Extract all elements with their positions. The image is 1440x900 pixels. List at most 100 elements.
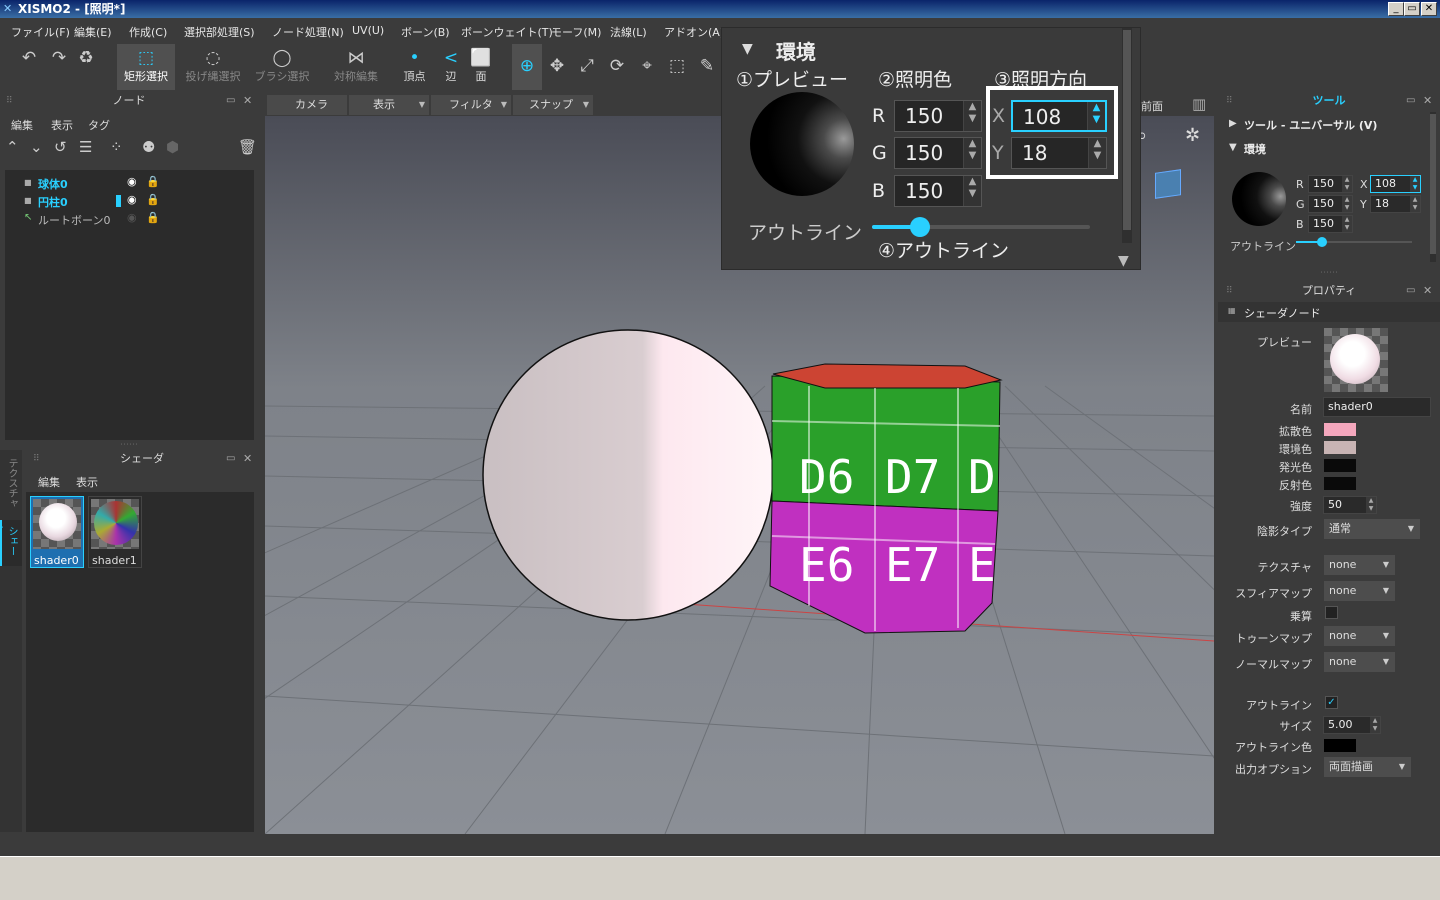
grid-icon[interactable]: ⁘ <box>110 138 123 156</box>
spinner-icon[interactable]: ▲ ▼ <box>1342 196 1352 212</box>
menu-file[interactable]: ファイル(F) <box>11 24 70 40</box>
spinner-icon[interactable]: ▲ ▼ <box>1410 196 1420 212</box>
restore-icon[interactable]: ▭ <box>1406 285 1415 296</box>
close-icon[interactable]: ✕ <box>1423 94 1432 107</box>
restore-icon[interactable]: ▭ <box>226 453 235 464</box>
tool-y-input[interactable]: 18 ▲ ▼ <box>1370 195 1421 213</box>
light-preview-ball[interactable] <box>750 92 854 196</box>
lock-icon[interactable]: 🔒 <box>146 211 160 224</box>
y-input[interactable]: 18 ▲ ▼ <box>1011 137 1107 169</box>
close-button[interactable]: ✕ <box>1421 2 1437 16</box>
shader-menu-view[interactable]: 表示 <box>76 474 98 490</box>
undo-button[interactable]: ↶ <box>16 44 42 90</box>
close-icon[interactable]: ✕ <box>243 452 252 465</box>
spinner-icon[interactable]: ▲ ▼ <box>1410 176 1420 192</box>
tool-light-preview[interactable] <box>1232 172 1286 226</box>
sphere-map-select[interactable]: none ▼ <box>1324 581 1395 601</box>
close-icon[interactable]: ✕ <box>1423 284 1432 297</box>
viewport-tab-camera[interactable]: カメラ <box>267 95 347 115</box>
edge-mode-button[interactable]: < 辺 <box>436 44 466 90</box>
menu-uv[interactable]: UV(U) <box>352 24 384 37</box>
lock-icon[interactable]: 🔒 <box>146 193 160 206</box>
visible-eye-icon[interactable]: ◉ <box>127 175 137 188</box>
normal-map-select[interactable]: none ▼ <box>1324 652 1395 672</box>
pen-tool-button[interactable]: ✎ <box>694 44 720 90</box>
side-tab-shader[interactable]: シェーダ <box>0 520 22 566</box>
splitter-grip[interactable]: ⋯⋯ <box>1320 268 1338 278</box>
name-input[interactable]: shader0 <box>1323 397 1431 417</box>
r-input[interactable]: 150 ▲ ▼ <box>894 100 982 132</box>
b-input[interactable]: 150 ▲ ▼ <box>894 175 982 207</box>
collapse-triangle-icon[interactable]: ▼ <box>1229 142 1237 153</box>
hidden-eye-icon[interactable]: ◉ <box>127 211 137 224</box>
menu-selection[interactable]: 選択部処理(S) <box>184 24 255 40</box>
spinner-icon[interactable]: ▲ ▼ <box>1342 216 1352 232</box>
shading-type-select[interactable]: 通常 ▼ <box>1324 519 1420 539</box>
trash-icon[interactable]: 🗑 <box>238 138 257 156</box>
global-coord-button[interactable]: ⊕ <box>512 44 542 90</box>
emissive-color-swatch[interactable] <box>1324 459 1356 472</box>
pivot-tool-button[interactable]: ⌖ <box>634 44 660 90</box>
spinner-icon[interactable]: ▲ ▼ <box>1342 176 1352 192</box>
x-input[interactable]: 108 ▲ ▼ <box>1011 100 1107 132</box>
move-down-icon[interactable]: ⌄ <box>30 138 43 156</box>
menu-edit[interactable]: 編集(E) <box>74 24 112 40</box>
texture-select[interactable]: none ▼ <box>1324 555 1395 575</box>
view-cube-icon[interactable] <box>1155 169 1181 199</box>
collapse-triangle-icon[interactable]: ▼ <box>742 41 753 57</box>
shader-thumb-1[interactable]: shader1 <box>88 496 142 568</box>
cube-icon[interactable]: ⬢ <box>166 138 179 156</box>
splitter-grip[interactable]: ⋯⋯ <box>120 440 138 450</box>
scale-tool-button[interactable]: ⤢ <box>574 44 600 90</box>
tool-r-input[interactable]: 150 ▲ ▼ <box>1308 175 1353 193</box>
node-menu-view[interactable]: 表示 <box>51 117 73 133</box>
side-tab-texture[interactable]: テクスチャ <box>3 458 19 508</box>
menu-addon[interactable]: アドオン(A) <box>664 24 724 40</box>
brush-select-button[interactable]: ◯ ブラシ選択 <box>253 44 311 90</box>
outline-size-input[interactable]: 5.00 ▲ ▼ <box>1323 716 1381 734</box>
outline-color-swatch[interactable] <box>1324 739 1356 752</box>
viewport-tab-filter[interactable]: フィルタ ▼ <box>431 95 511 115</box>
restore-icon[interactable]: ▭ <box>1406 95 1415 106</box>
expand-triangle-icon[interactable]: ▶ <box>1229 118 1237 129</box>
popup-scrollbar[interactable] <box>1122 28 1132 243</box>
menu-normal[interactable]: 法線(L) <box>610 24 647 40</box>
outline-checkbox[interactable]: ✓ <box>1325 696 1338 709</box>
layout-icon[interactable]: ▥ <box>1192 95 1206 113</box>
rotate-tool-button[interactable]: ⟳ <box>604 44 630 90</box>
output-option-select[interactable]: 両面描画 ▼ <box>1324 757 1411 777</box>
visible-eye-icon[interactable]: ◉ <box>127 193 137 206</box>
outline-slider-knob[interactable] <box>909 217 930 237</box>
minimize-button[interactable]: _ <box>1388 2 1404 16</box>
viewport-tab-display[interactable]: 表示 ▼ <box>349 95 429 115</box>
recycle-button[interactable]: ♻ <box>74 44 98 90</box>
tool-x-input[interactable]: 108 ▲ ▼ <box>1370 175 1421 193</box>
shader-thumb-0[interactable]: shader0 <box>30 496 84 568</box>
maximize-button[interactable]: ▭ <box>1404 2 1420 16</box>
g-input[interactable]: 150 ▲ ▼ <box>894 137 982 169</box>
tool-b-input[interactable]: 150 ▲ ▼ <box>1308 215 1353 233</box>
list-icon[interactable]: ☰ <box>79 138 92 156</box>
spinner-icon[interactable]: ▲ ▼ <box>1370 717 1380 733</box>
node-menu-edit[interactable]: 編集 <box>11 117 33 133</box>
symmetric-edit-button[interactable]: ⋈ 対称編集 <box>327 44 385 90</box>
bones-icon[interactable]: ⚉ <box>142 138 155 156</box>
scrollbar-thumb[interactable] <box>1430 114 1436 254</box>
tool-g-input[interactable]: 150 ▲ ▼ <box>1308 195 1353 213</box>
tool-outline-slider-knob[interactable] <box>1316 237 1327 247</box>
tool-outline-slider[interactable] <box>1296 237 1412 247</box>
toon-map-select[interactable]: none ▼ <box>1324 626 1395 646</box>
menu-boneweight[interactable]: ボーンウェイト(T) <box>461 24 553 40</box>
tool-universal-label[interactable]: ツール - ユニバーサル (V) <box>1244 117 1377 133</box>
redo-button[interactable]: ↷ <box>46 44 72 90</box>
lock-icon[interactable]: 🔒 <box>146 175 160 188</box>
multiply-checkbox[interactable] <box>1325 606 1338 619</box>
lasso-select-button[interactable]: ◌ 投げ縄選択 <box>184 44 242 90</box>
move-tool-button[interactable]: ✥ <box>544 44 570 90</box>
vertex-mode-button[interactable]: • 頂点 <box>397 44 432 90</box>
box-tool-button[interactable]: ⬚ <box>664 44 690 90</box>
g-spinner[interactable]: ▲ ▼ <box>963 138 981 168</box>
menu-node[interactable]: ノード処理(N) <box>272 24 344 40</box>
tool-scrollbar[interactable] <box>1430 112 1436 262</box>
scrollbar-thumb[interactable] <box>1123 30 1131 230</box>
